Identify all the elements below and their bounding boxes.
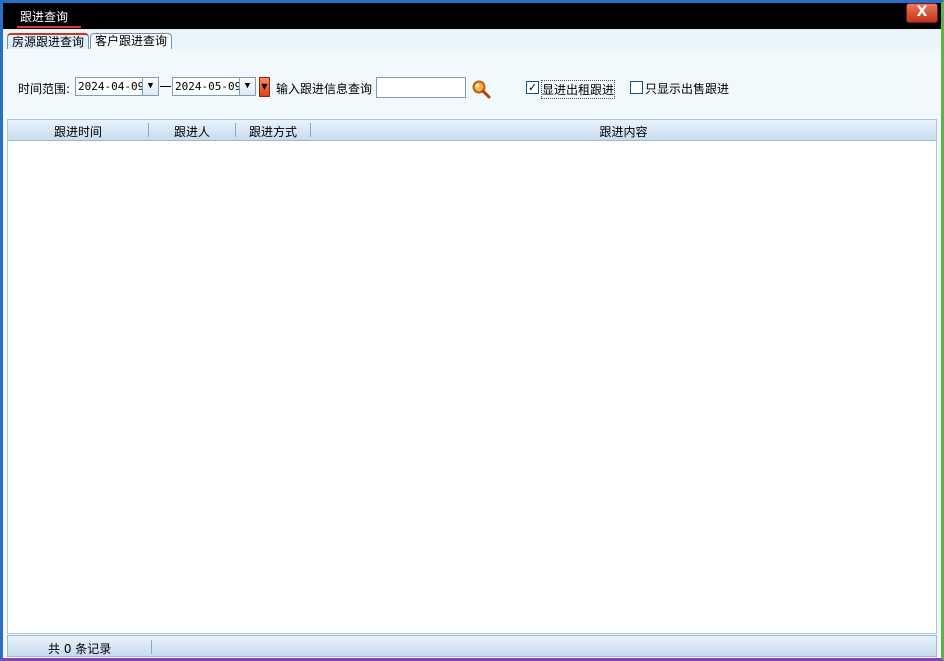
search-label: 输入跟进信息查询 [276,82,373,96]
end-date-value: 2024-05-09 [175,80,242,93]
follow-up-grid[interactable]: 跟进时间 跟进人 跟进方式 跟进内容 [7,119,937,634]
filter-bar: 时间范围: 2024-04-09 ▼ 2024-05-09 ▼ ▼ 输入跟进信息… [3,49,941,119]
chevron-down-icon[interactable]: ▼ [142,78,158,95]
title-bar[interactable]: 跟进查询 X [3,3,941,29]
search-icon[interactable] [471,79,491,99]
title-underline [17,26,81,28]
date-range-dash [160,86,171,87]
time-range-label: 时间范围: [18,82,71,96]
end-date-picker[interactable]: 2024-05-09 ▼ [172,77,256,96]
footer-divider [151,640,152,654]
sale-follow-up-label[interactable]: 只显示出售跟进 [645,80,729,97]
follow-up-query-window: 跟进查询 X 房源跟进查询 客户跟进查询 时间范围: 2024-04-09 ▼ … [0,0,944,661]
date-menu-button[interactable]: ▼ [259,77,270,97]
close-button[interactable]: X [906,3,938,23]
status-footer: 共 0 条记录 [7,635,937,657]
column-header-content[interactable]: 跟进内容 [311,123,936,140]
window-title: 跟进查询 [20,10,69,24]
rental-follow-up-checkbox[interactable]: ✓ [526,81,539,94]
tab-strip: 房源跟进查询 客户跟进查询 [3,29,941,50]
record-count: 共 0 条记录 [48,642,112,656]
column-header-person[interactable]: 跟进人 [149,123,235,140]
start-date-value: 2024-04-09 [78,80,145,93]
search-input[interactable] [376,77,466,98]
tab-customer-follow-up[interactable]: 客户跟进查询 [90,33,173,49]
grid-header: 跟进时间 跟进人 跟进方式 跟进内容 [8,120,936,141]
tab-property-follow-up[interactable]: 房源跟进查询 [7,33,90,49]
sale-follow-up-checkbox[interactable] [630,81,643,94]
chevron-down-icon[interactable]: ▼ [239,78,255,95]
column-header-method[interactable]: 跟进方式 [236,123,310,140]
column-header-time[interactable]: 跟进时间 [8,123,148,140]
rental-follow-up-label[interactable]: 显进出租跟进 [541,80,616,99]
start-date-picker[interactable]: 2024-04-09 ▼ [75,77,159,96]
